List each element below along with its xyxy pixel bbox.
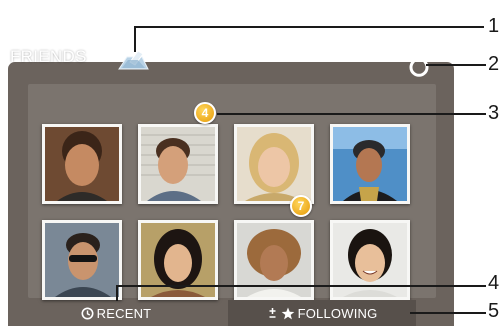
friend-photo-5-image — [45, 223, 119, 297]
callout-1-number: 1 — [488, 15, 500, 37]
share-icon[interactable] — [116, 48, 150, 72]
friend-photo-4-image — [333, 127, 407, 201]
notification-badge-2: 4 — [194, 102, 216, 124]
callout-1-line-h — [134, 26, 484, 28]
star-icon — [281, 307, 294, 319]
callout-2-line — [426, 64, 486, 66]
callout-5-number: 5 — [488, 300, 500, 322]
callout-3-line — [217, 113, 486, 115]
callout-1-line — [134, 26, 136, 52]
friend-photo-1[interactable] — [42, 124, 122, 204]
widget-title: FRIENDS — [10, 47, 87, 66]
callout-4-line-v — [116, 285, 118, 301]
friend-photo-4[interactable] — [330, 124, 410, 204]
friends-widget-screen: FRIENDS 4 7 RECENT FOLLOWING 1 2 3 4 5 — [0, 0, 502, 326]
callout-4-line — [116, 285, 486, 287]
friend-photo-2-image — [141, 127, 215, 201]
callout-2-number: 2 — [488, 53, 500, 75]
friend-photo-8[interactable] — [330, 220, 410, 300]
clock-icon — [81, 307, 94, 319]
friend-photo-5[interactable] — [42, 220, 122, 300]
friend-photo-6[interactable] — [138, 220, 218, 300]
refresh-icon[interactable] — [408, 56, 430, 78]
friend-photo-3[interactable] — [234, 124, 314, 204]
friend-photo-1-image — [45, 127, 119, 201]
friend-photo-7[interactable] — [234, 220, 314, 300]
tab-recent[interactable]: RECENT — [8, 300, 224, 326]
friend-photo-3-image — [237, 127, 311, 201]
callout-3-number: 3 — [488, 102, 500, 124]
notification-badge-7: 7 — [290, 195, 312, 217]
callout-5-line — [410, 312, 486, 314]
tab-following[interactable]: FOLLOWING — [228, 300, 416, 326]
friend-photo-2[interactable] — [138, 124, 218, 204]
callout-4-number: 4 — [488, 272, 500, 294]
tab-following-label: FOLLOWING — [297, 305, 378, 321]
tab-recent-label: RECENT — [96, 305, 152, 321]
plus-minus-icon — [269, 307, 276, 318]
